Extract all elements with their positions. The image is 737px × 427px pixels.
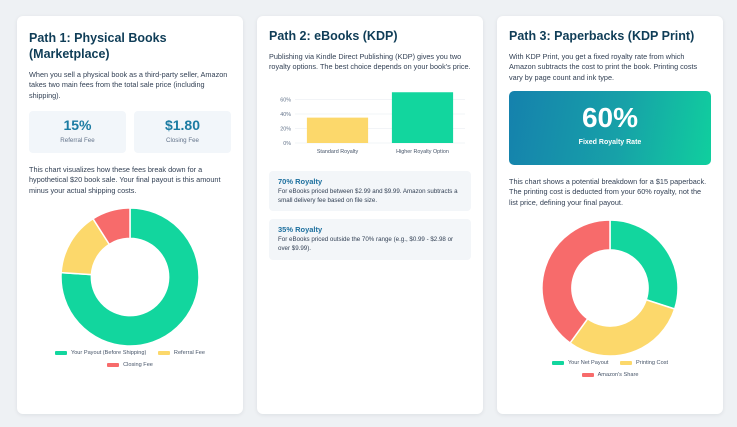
card-physical-books: Path 1: Physical Books (Marketplace) Whe… xyxy=(17,16,243,414)
card-intro: Publishing via Kindle Direct Publishing … xyxy=(269,52,471,72)
chart-description: This chart visualizes how these fees bre… xyxy=(29,165,221,195)
chart-legend: Your Net Payout Printing Cost Amazon's S… xyxy=(509,358,711,382)
x-tick-label: Higher Royalty Option xyxy=(396,149,449,155)
card-paperbacks: Path 3: Paperbacks (KDP Print) With KDP … xyxy=(497,16,723,414)
chart-legend: Your Payout (Before Shipping) Referral F… xyxy=(29,348,231,372)
card-intro: With KDP Print, you get a fixed royalty … xyxy=(509,52,698,82)
donut-svg xyxy=(541,219,679,357)
stat-referral-fee: 15% Referral Fee xyxy=(29,111,126,154)
y-tick-label: 40% xyxy=(280,112,291,118)
legend-swatch xyxy=(107,363,120,368)
card-intro: When you sell a physical book as a third… xyxy=(29,70,228,100)
paperback-donut-chart xyxy=(509,218,711,358)
legend-item[interactable]: Printing Cost xyxy=(620,358,668,369)
stat-value: 15% xyxy=(63,117,92,134)
royalty-rate-banner: 60% Fixed Royalty Rate xyxy=(509,91,711,166)
royalty-title: 35% Royalty xyxy=(278,225,323,235)
donut-slice[interactable] xyxy=(609,219,679,311)
legend-label: Referral Fee xyxy=(173,350,205,357)
royalty-bar-chart: 0% 20% 40% 60% Standard Royalty Higher Royalt… xyxy=(269,79,471,163)
bar[interactable] xyxy=(306,117,369,143)
fee-stats: 15% Referral Fee $1.80 Closing Fee xyxy=(29,111,231,154)
rate-label: Fixed Royalty Rate xyxy=(578,139,642,147)
donut-svg xyxy=(60,207,200,347)
legend-swatch xyxy=(551,361,564,366)
chart-description: This chart shows a potential breakdown f… xyxy=(509,177,707,207)
legend-item[interactable]: Closing Fee xyxy=(107,360,153,371)
legend-swatch xyxy=(620,361,633,366)
stat-label: Referral Fee xyxy=(60,137,95,145)
card-title: Path 3: Paperbacks (KDP Print) xyxy=(509,29,695,43)
y-tick-label: 60% xyxy=(280,97,291,103)
legend-swatch xyxy=(54,351,67,356)
bar-svg: 0% 20% 40% 60% Standard Royalty Higher Royalt… xyxy=(280,91,465,155)
legend-label: Printing Cost xyxy=(636,360,669,367)
royalty-option-35: 35% Royalty For eBooks priced outside th… xyxy=(269,219,471,260)
legend-item[interactable]: Referral Fee xyxy=(157,348,205,359)
y-tick-label: 0% xyxy=(283,141,291,147)
royalty-description: For eBooks priced outside the 70% range … xyxy=(278,236,454,253)
legend-label: Your Net Payout xyxy=(567,360,609,367)
legend-label: Closing Fee xyxy=(123,362,153,369)
card-title: Path 2: eBooks (KDP) xyxy=(269,29,398,43)
royalty-description: For eBooks priced between $2.99 and $9.9… xyxy=(278,187,458,204)
payout-donut-chart xyxy=(29,206,231,348)
donut-slice[interactable] xyxy=(568,298,676,357)
legend-label: Your Payout (Before Shipping) xyxy=(70,350,147,357)
bar[interactable] xyxy=(391,91,454,143)
legend-item[interactable]: Amazon's Share xyxy=(581,370,639,381)
stat-closing-fee: $1.80 Closing Fee xyxy=(134,111,231,154)
legend-item[interactable]: Your Payout (Before Shipping) xyxy=(54,348,147,359)
royalty-title: 70% Royalty xyxy=(278,176,323,186)
stat-value: $1.80 xyxy=(164,117,201,134)
legend-item[interactable]: Your Net Payout xyxy=(551,358,609,369)
x-tick-label: Standard Royalty xyxy=(317,149,359,155)
legend-label: Amazon's Share xyxy=(597,372,639,379)
legend-swatch xyxy=(581,373,594,378)
card-title: Path 1: Physical Books (Marketplace) xyxy=(29,31,167,61)
card-ebooks: Path 2: eBooks (KDP) Publishing via Kind… xyxy=(257,16,483,414)
royalty-option-70: 70% Royalty For eBooks priced between $2… xyxy=(269,170,471,212)
y-tick-label: 20% xyxy=(280,126,291,132)
legend-swatch xyxy=(157,351,170,356)
stat-label: Closing Fee xyxy=(165,137,200,145)
rate-value: 60% xyxy=(581,102,639,134)
